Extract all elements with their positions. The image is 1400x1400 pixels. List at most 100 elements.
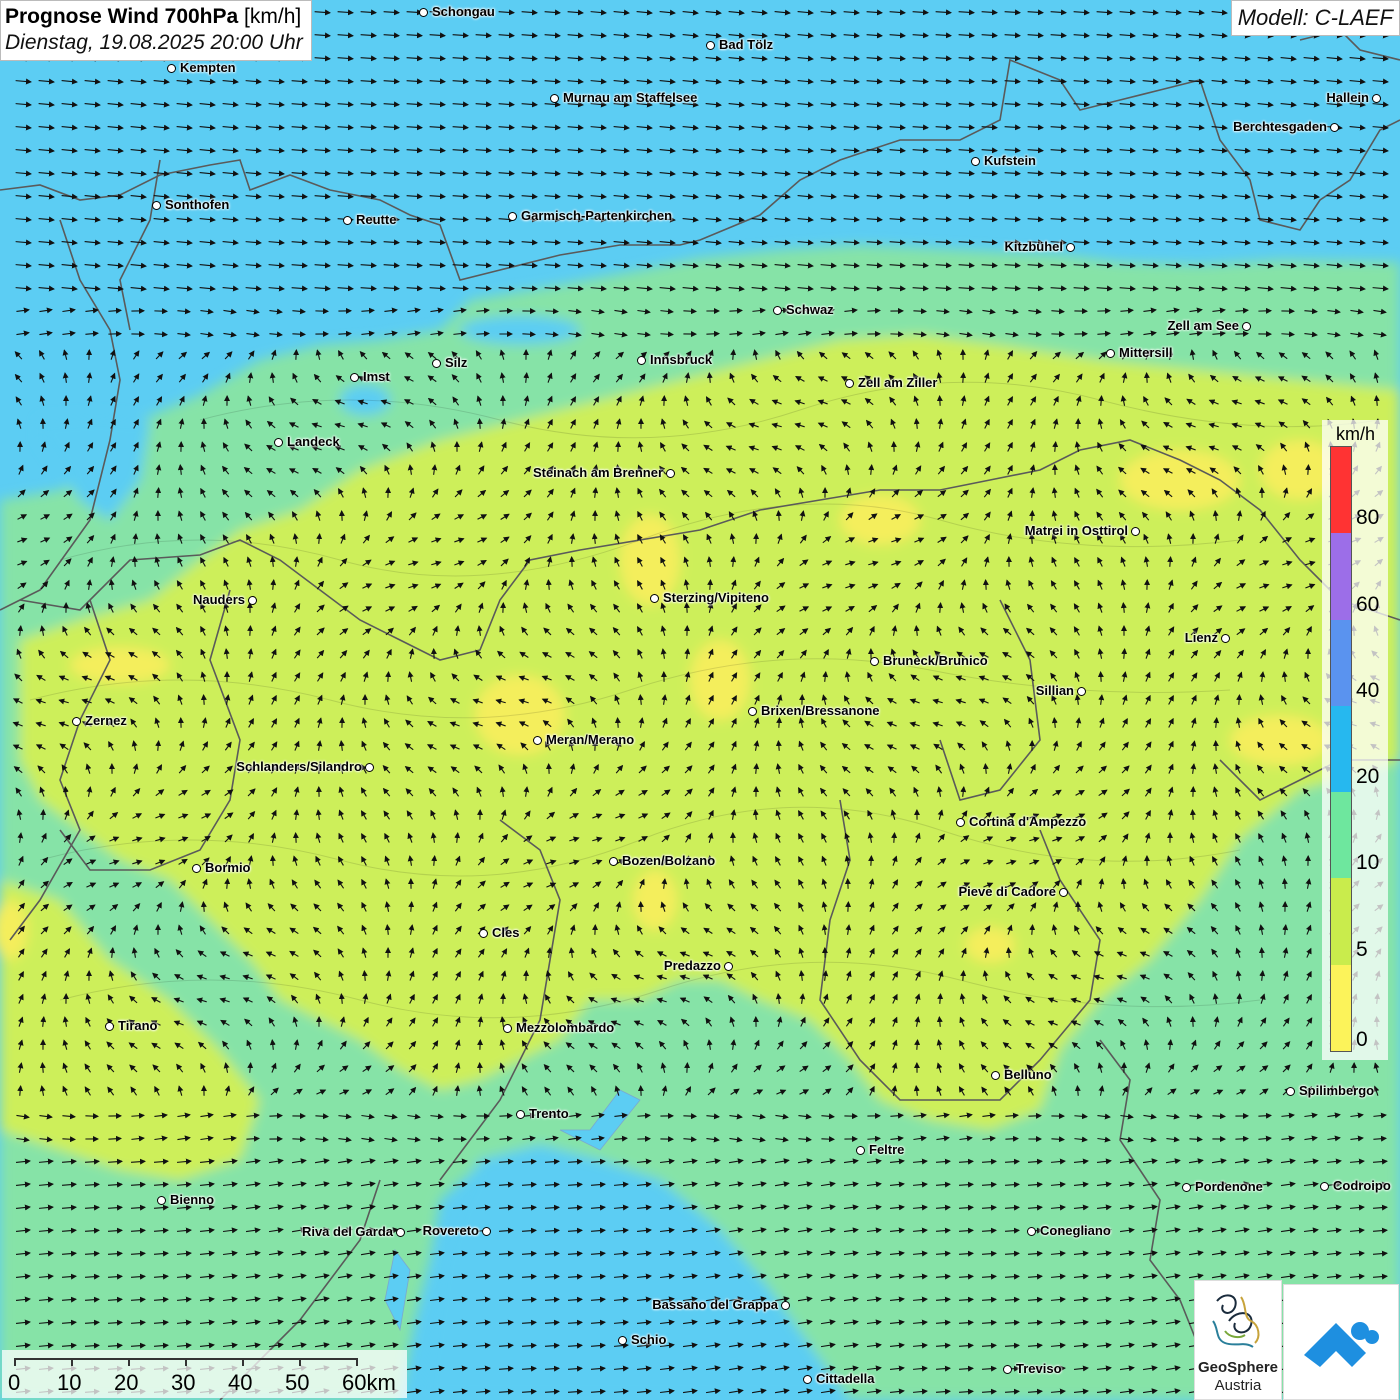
city-marker bbox=[1003, 1365, 1012, 1374]
legend-segment bbox=[1331, 878, 1351, 965]
city-label: Mezzolombardo bbox=[516, 1020, 615, 1035]
city-marker bbox=[350, 373, 359, 382]
city-marker bbox=[516, 1110, 525, 1119]
wind-arrow bbox=[1258, 1112, 1272, 1119]
city-label: Kufstein bbox=[984, 153, 1036, 168]
wind-arrow bbox=[1143, 372, 1150, 383]
city-marker bbox=[1221, 634, 1230, 643]
scale-tick bbox=[356, 1358, 358, 1366]
wind-arrow bbox=[40, 809, 47, 820]
wind-arrow bbox=[637, 1085, 644, 1096]
wind-arrow bbox=[1098, 395, 1105, 406]
city-label: Reutte bbox=[356, 212, 397, 227]
wind-arrow bbox=[937, 993, 944, 1004]
title-panel: Prognose Wind 700hPa [km/h] Dienstag, 19… bbox=[0, 0, 312, 61]
legend-tick-label: 5 bbox=[1356, 937, 1368, 961]
city-marker bbox=[72, 717, 81, 726]
city-label: Cortina d'Ampezzo bbox=[969, 814, 1087, 829]
city-marker bbox=[1242, 322, 1251, 331]
wind-arrow bbox=[1097, 671, 1104, 682]
scale-label: 20 bbox=[114, 1370, 139, 1395]
wind-arrow bbox=[545, 763, 552, 774]
app-logo[interactable] bbox=[1283, 1284, 1399, 1400]
city-label: Kitzbühel bbox=[1004, 239, 1064, 254]
city-label: Matrei in Osttirol bbox=[1024, 523, 1128, 538]
city-marker bbox=[105, 1022, 114, 1031]
legend-segment bbox=[1331, 619, 1351, 706]
city-label: Predazzo bbox=[663, 958, 721, 973]
city-marker bbox=[503, 1024, 512, 1033]
city-label: Bad Tölz bbox=[719, 37, 774, 52]
city-label: Brixen/Bressanone bbox=[761, 703, 880, 718]
city-marker bbox=[274, 438, 283, 447]
city-marker bbox=[618, 1336, 627, 1345]
wind-arrow bbox=[269, 855, 276, 866]
city-marker bbox=[550, 94, 559, 103]
color-legend: km/h 80 60 40 20 10 5 0 bbox=[1322, 420, 1388, 1060]
legend-segment bbox=[1331, 447, 1351, 534]
wind-arrow bbox=[453, 1113, 467, 1120]
scale-tick bbox=[14, 1358, 16, 1366]
city-marker bbox=[666, 469, 675, 478]
city-marker bbox=[773, 306, 782, 315]
wind-arrow bbox=[385, 671, 392, 682]
wind-arrow bbox=[269, 1112, 283, 1119]
logo-sub: Austria bbox=[1214, 1377, 1262, 1394]
wind-arrow bbox=[499, 307, 513, 314]
scale-label: 40 bbox=[228, 1370, 253, 1395]
city-marker bbox=[248, 596, 257, 605]
wind-arrow bbox=[131, 556, 138, 567]
city-label: Bienno bbox=[170, 1192, 215, 1207]
wind-arrow bbox=[776, 717, 783, 728]
wind-arrow bbox=[522, 331, 536, 338]
city-label: Cles bbox=[492, 925, 520, 940]
city-marker bbox=[609, 857, 618, 866]
scale-tick bbox=[185, 1358, 187, 1366]
city-marker bbox=[167, 64, 176, 73]
wind-arrow bbox=[1029, 510, 1036, 521]
legend-tick-label: 60 bbox=[1356, 592, 1380, 616]
city-marker bbox=[533, 736, 542, 745]
city-marker bbox=[419, 8, 428, 17]
city-marker bbox=[803, 1375, 812, 1384]
scale-tick bbox=[299, 1358, 301, 1366]
logo-name: GeoSphere bbox=[1197, 1359, 1279, 1376]
wind-arrow bbox=[707, 579, 714, 590]
city-label: Belluno bbox=[1004, 1067, 1052, 1082]
geosphere-logo[interactable]: GeoSphere Austria bbox=[1194, 1280, 1282, 1400]
city-label: Garmisch-Partenkirchen bbox=[521, 208, 673, 223]
wind-arrow bbox=[85, 1113, 99, 1120]
city-marker bbox=[637, 356, 646, 365]
city-marker bbox=[343, 216, 352, 225]
wind-arrow bbox=[982, 579, 989, 590]
city-label: Hallein bbox=[1326, 90, 1369, 105]
city-label: Codroipo bbox=[1333, 1178, 1391, 1193]
city-marker bbox=[1372, 94, 1381, 103]
city-marker bbox=[1286, 1087, 1295, 1096]
city-marker bbox=[956, 818, 965, 827]
legend-tick-label: 0 bbox=[1356, 1028, 1368, 1051]
city-label: Nauders bbox=[192, 592, 245, 607]
city-marker bbox=[991, 1071, 1000, 1080]
wind-arrow bbox=[292, 331, 306, 338]
wind-arrow bbox=[200, 694, 207, 705]
city-label: Riva del Garda bbox=[301, 1224, 393, 1239]
wind-arrow bbox=[338, 510, 345, 521]
city-marker bbox=[1320, 1182, 1329, 1191]
scale-label: 50 bbox=[285, 1370, 310, 1395]
legend-colorbar bbox=[1330, 446, 1352, 1052]
legend-unit: km/h bbox=[1336, 424, 1376, 444]
city-marker bbox=[508, 212, 517, 221]
wind-arrow bbox=[476, 418, 483, 429]
city-label: Meran/Merano bbox=[546, 732, 635, 747]
wind-arrow bbox=[729, 307, 743, 314]
city-marker bbox=[781, 1301, 790, 1310]
map-view[interactable]: Prognose Wind 700hPa [km/h] Dienstag, 19… bbox=[0, 0, 1400, 1400]
geosphere-emblem-icon bbox=[1212, 1294, 1260, 1348]
wind-arrow bbox=[1236, 694, 1243, 705]
city-label: Pordenone bbox=[1195, 1179, 1263, 1194]
wind-arrow bbox=[914, 1039, 921, 1050]
city-marker bbox=[870, 657, 879, 666]
city-marker bbox=[1059, 888, 1068, 897]
scale-label: 0 bbox=[8, 1370, 21, 1395]
